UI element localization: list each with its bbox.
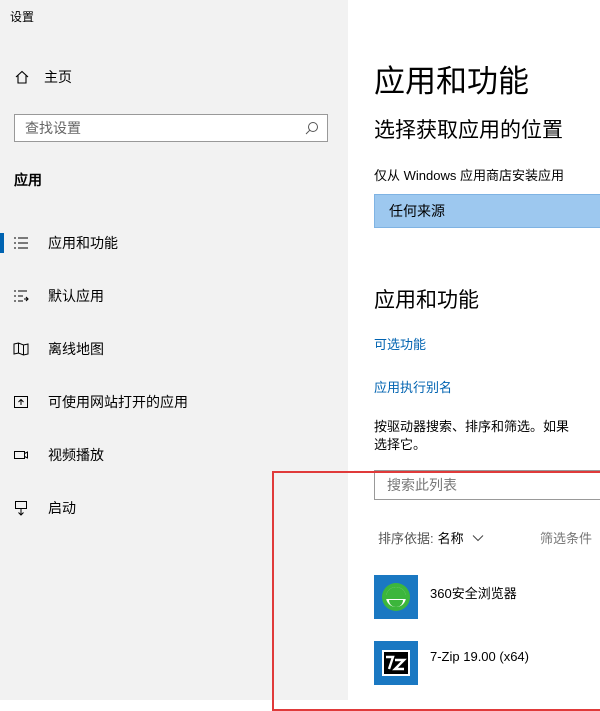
chevron-down-icon: [472, 534, 484, 542]
home-icon: [14, 69, 30, 85]
sidebar-item-label: 可使用网站打开的应用: [48, 394, 188, 410]
install-source-dropdown[interactable]: 任何来源: [374, 194, 600, 228]
offline-maps-icon: [13, 341, 29, 357]
app-name: 7-Zip 19.00 (x64): [430, 649, 529, 664]
sort-label: 排序依据:: [378, 531, 434, 546]
sidebar-item-apps-for-websites[interactable]: 可使用网站打开的应用: [0, 384, 348, 420]
apps-for-websites-icon: [13, 394, 29, 410]
sidebar: 设置 主页 应用 应用和功能 默认应用 离线地图 可: [0, 0, 348, 700]
home-label: 主页: [44, 69, 72, 85]
sidebar-item-offline-maps[interactable]: 离线地图: [0, 331, 348, 367]
360-browser-icon: [374, 575, 418, 619]
app-name: 360安全浏览器: [430, 586, 517, 601]
sidebar-item-label: 默认应用: [48, 288, 104, 304]
app-list-item[interactable]: 360安全浏览器: [374, 575, 600, 623]
section-title-apps: 应用: [14, 172, 42, 188]
settings-search-input[interactable]: [15, 115, 295, 141]
search-icon[interactable]: [305, 121, 319, 135]
settings-search-box[interactable]: [14, 114, 328, 142]
selection-indicator: [0, 233, 4, 253]
install-source-heading: 选择获取应用的位置: [374, 119, 563, 142]
sidebar-home[interactable]: 主页: [14, 66, 72, 88]
page-title: 应用和功能: [374, 64, 529, 99]
install-source-description: 仅从 Windows 应用商店安装应用: [374, 168, 564, 183]
video-playback-icon: [13, 447, 29, 463]
apps-features-icon: [13, 235, 29, 251]
filter-dropdown[interactable]: 筛选条件: [540, 528, 592, 547]
apps-filter-description: 按驱动器搜索、排序和筛选。如果 选择它。: [374, 418, 569, 454]
main-content: 应用和功能 选择获取应用的位置 仅从 Windows 应用商店安装应用 任何来源…: [348, 0, 600, 700]
sidebar-item-label: 启动: [48, 500, 76, 516]
sidebar-item-label: 视频播放: [48, 447, 104, 463]
sort-value: 名称: [437, 531, 464, 546]
sidebar-item-video-playback[interactable]: 视频播放: [0, 437, 348, 473]
sidebar-item-label: 应用和功能: [48, 235, 118, 251]
app-execution-alias-link[interactable]: 应用执行别名: [374, 377, 452, 396]
window-title: 设置: [10, 10, 35, 24]
description-line: 选择它。: [374, 437, 427, 452]
sidebar-item-startup[interactable]: 启动: [0, 490, 348, 526]
optional-features-link[interactable]: 可选功能: [374, 334, 426, 353]
apps-search-box[interactable]: [374, 470, 600, 500]
default-apps-icon: [13, 288, 29, 304]
sidebar-item-apps-features[interactable]: 应用和功能: [0, 225, 348, 261]
sort-by-dropdown[interactable]: 排序依据: 名称: [378, 528, 484, 547]
apps-search-input[interactable]: [375, 471, 600, 499]
app-list-item[interactable]: 7-Zip 19.00 (x64): [374, 641, 600, 689]
apps-features-heading: 应用和功能: [374, 289, 479, 312]
sidebar-item-default-apps[interactable]: 默认应用: [0, 278, 348, 314]
description-line: 按驱动器搜索、排序和筛选。如果: [374, 419, 570, 434]
startup-icon: [13, 500, 29, 516]
7zip-icon: [374, 641, 418, 685]
sidebar-item-label: 离线地图: [48, 341, 104, 357]
